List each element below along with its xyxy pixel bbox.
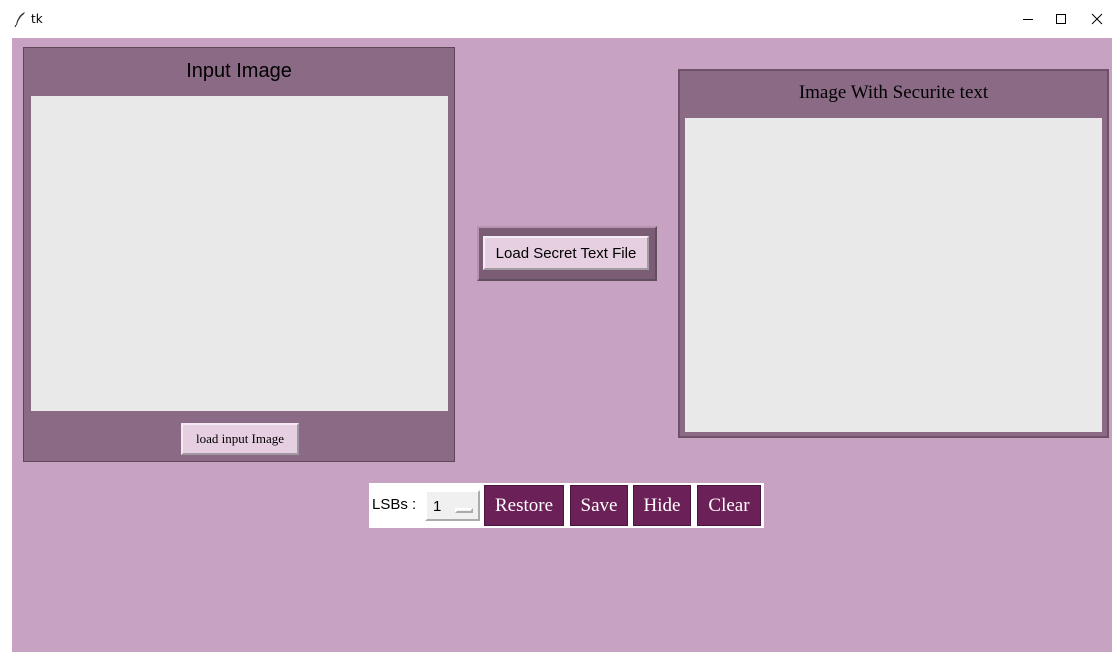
output-image-canvas: [685, 118, 1102, 432]
lsb-selected-value: 1: [433, 498, 442, 515]
secret-text-frame: Load Secret Text File: [477, 226, 657, 281]
close-icon: [1091, 13, 1103, 25]
save-button[interactable]: Save: [570, 485, 628, 526]
maximize-icon: [1056, 14, 1066, 24]
load-secret-text-button[interactable]: Load Secret Text File: [483, 236, 649, 270]
controls-bar: LSBs : 1 Restore Save Hide Clear: [369, 483, 764, 528]
main-window: Input Image load input Image Load Secret…: [12, 38, 1112, 652]
input-image-canvas: [31, 96, 448, 411]
window-border-left: [0, 38, 12, 652]
input-image-title: Input Image: [186, 60, 292, 82]
option-menu-indicator-icon: [455, 508, 473, 513]
minimize-icon: [1023, 19, 1033, 20]
load-input-image-button[interactable]: load input Image: [181, 423, 299, 455]
lsb-label: LSBs :: [372, 496, 417, 513]
title-bar: tk: [0, 0, 1115, 38]
hide-button[interactable]: Hide: [633, 485, 691, 526]
close-button[interactable]: [1074, 0, 1115, 38]
feather-icon: [14, 12, 25, 28]
clear-button[interactable]: Clear: [697, 485, 761, 526]
lsb-option-menu[interactable]: 1: [425, 490, 480, 521]
output-image-panel: Image With Securite text: [678, 69, 1109, 438]
window-title: tk: [31, 12, 43, 26]
input-image-panel: Input Image load input Image: [23, 47, 455, 462]
output-image-title: Image With Securite text: [798, 82, 989, 103]
restore-button[interactable]: Restore: [484, 485, 564, 526]
